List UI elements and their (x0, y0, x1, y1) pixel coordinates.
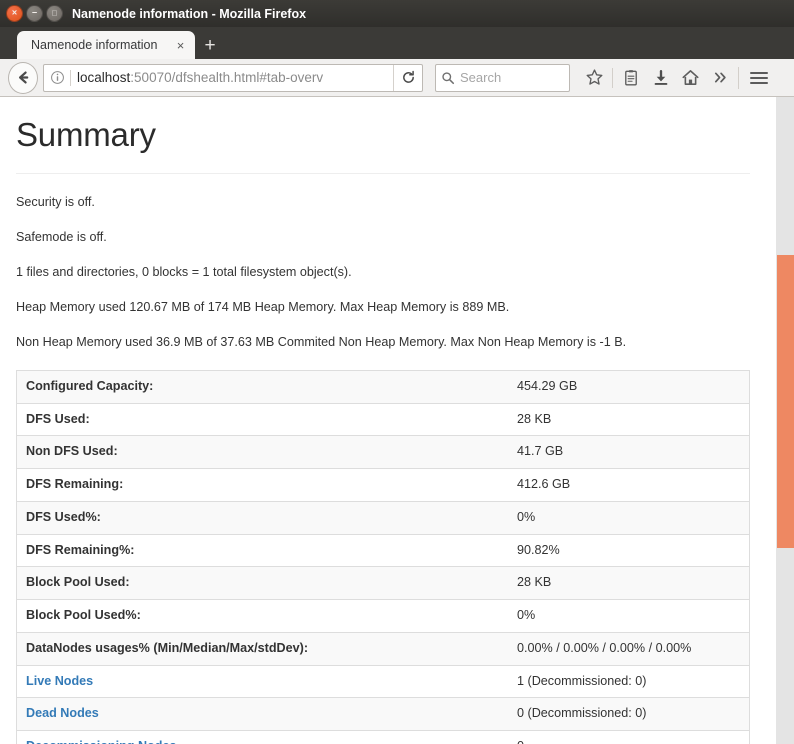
home-button[interactable] (676, 63, 705, 93)
table-cell-value: 0% (508, 500, 750, 535)
table-row: Non DFS Used: 41.7 GB (16, 435, 750, 469)
reload-icon (402, 70, 414, 83)
tab-namenode-information[interactable]: Namenode information × (17, 31, 195, 59)
tab-label: Namenode information (31, 38, 158, 52)
library-icon (624, 69, 637, 86)
download-arrow-icon (654, 69, 667, 85)
window-titlebar: × − □ Namenode information - Mozilla Fir… (0, 0, 794, 27)
table-cell-value: 454.29 GB (517, 379, 578, 393)
table-cell-value: 41.7 GB (508, 435, 750, 469)
close-icon: × (11, 7, 18, 18)
toolbar-separator (612, 67, 613, 88)
table-cell-value: 28 KB (508, 402, 750, 436)
page-title: Summary (16, 116, 156, 153)
menu-separator (738, 66, 739, 89)
table-row: Dead Nodes 0 (Decommissioned: 0) (16, 697, 750, 731)
browser-window: × − □ Namenode information - Mozilla Fir… (0, 0, 794, 744)
info-line: Safemode is off. (16, 230, 107, 244)
search-icon (436, 71, 460, 85)
info-line: 1 files and directories, 0 blocks = 1 to… (16, 265, 352, 279)
library-button[interactable] (616, 63, 645, 93)
table-cell-value: 1 (Decommissioned: 0) (508, 664, 750, 698)
table-row: Block Pool Used: 28 KB (16, 566, 750, 600)
new-tab-button[interactable]: + (195, 31, 225, 59)
table-cell-value: 412.6 GB (508, 468, 750, 502)
table-key-link[interactable]: Decommissioning Nodes (26, 739, 176, 744)
scrollbar-thumb[interactable] (776, 255, 794, 548)
table-row: Live Nodes 1 (Decommissioned: 0) (16, 664, 750, 698)
table-key-link[interactable]: Dead Nodes (26, 706, 99, 720)
downloads-button[interactable] (646, 63, 675, 93)
url-bar[interactable]: localhost:50070/dfshealth.html#tab-overv (43, 63, 423, 92)
summary-table: Configured Capacity: 454.29 GB DFS Used: 28… (16, 370, 750, 744)
bookmark-star-button[interactable] (580, 63, 609, 93)
chevron-double-right-icon (714, 72, 726, 83)
table-row: Configured Capacity: 454.29 GB (16, 370, 750, 404)
table-cell-key: Block Pool Used%: (16, 599, 508, 633)
table-cell-value: 90.82% (508, 533, 750, 567)
table-row: DFS Remaining%: 90.82% (16, 533, 750, 567)
table-cell-value: 0 (508, 730, 750, 744)
table-cell-key: DFS Used%: (16, 500, 508, 535)
window-maximize-button[interactable]: □ (46, 5, 63, 22)
table-cell-value: 0.00% / 0.00% / 0.00% / 0.00% (508, 631, 750, 666)
table-row: Block Pool Used%: 0% (16, 599, 750, 633)
table-cell-key: DataNodes usages% (Min/Median/Max/stdDev… (16, 631, 508, 666)
reload-button[interactable] (393, 64, 422, 91)
minimize-icon: − (31, 7, 38, 18)
table-cell-key: DFS Remaining: (16, 468, 508, 502)
table-cell-value: 28 KB (508, 566, 750, 600)
page-content: Summary Security is off. Safemode is off… (0, 116, 776, 744)
star-icon (586, 69, 603, 85)
url-host: localhost (77, 70, 131, 85)
navigation-toolbar: localhost:50070/dfshealth.html#tab-overv… (0, 59, 794, 97)
window-controls: × − □ (6, 5, 63, 22)
window-minimize-button[interactable]: − (26, 5, 43, 22)
info-lines: Security is off. Safemode is off. 1 file… (16, 194, 750, 351)
window-title: Namenode information - Mozilla Firefox (72, 6, 307, 21)
table-cell-key: Non DFS Used: (16, 435, 508, 469)
search-bar[interactable]: Search (435, 63, 570, 92)
vertical-scrollbar[interactable] (775, 97, 794, 744)
table-cell-key[interactable]: Dead Nodes (16, 697, 508, 731)
table-cell-key[interactable]: Decommissioning Nodes (16, 730, 508, 744)
summary-table-body: Configured Capacity: 454.29 GB DFS Used: 28… (16, 370, 750, 744)
back-arrow-icon (18, 71, 28, 84)
table-cell-key: DFS Used: (16, 402, 508, 436)
table-cell-key: Block Pool Used: (16, 566, 508, 600)
back-button-circle (8, 61, 38, 94)
table-cell-key: Configured Capacity: (26, 379, 154, 393)
info-line: Heap Memory used 120.67 MB of 174 MB Hea… (16, 300, 510, 314)
table-row: DFS Used%: 0% (16, 500, 750, 535)
table-row: Decommissioning Nodes 0 (16, 730, 750, 744)
title-divider (16, 173, 750, 174)
identity-icon[interactable] (44, 70, 70, 85)
table-cell-key: DFS Remaining%: (16, 533, 508, 567)
table-row: DataNodes usages% (Min/Median/Max/stdDev… (16, 631, 750, 666)
maximize-icon: □ (52, 8, 57, 17)
window-close-button[interactable]: × (6, 5, 23, 22)
table-key-link[interactable]: Live Nodes (26, 674, 93, 688)
search-input[interactable]: Search (460, 70, 501, 85)
info-line: Non Heap Memory used 36.9 MB of 37.63 MB… (16, 335, 627, 349)
hamburger-menu-icon (749, 71, 768, 84)
back-button[interactable] (8, 61, 38, 94)
home-icon (682, 70, 699, 85)
table-cell-value: 0 (Decommissioned: 0) (508, 697, 750, 731)
table-cell-key[interactable]: Live Nodes (16, 664, 508, 698)
page-viewport: Summary Security is off. Safemode is off… (0, 97, 776, 744)
tab-close-icon[interactable]: × (172, 37, 189, 54)
url-text: localhost:50070/dfshealth.html#tab-overv (71, 70, 393, 85)
content-area: Summary Security is off. Safemode is off… (0, 97, 794, 744)
toolbar-icon-group (580, 63, 773, 93)
table-row: DFS Used: 28 KB (16, 402, 750, 436)
hamburger-menu-button[interactable] (744, 63, 773, 93)
overflow-button[interactable] (706, 63, 735, 93)
tab-strip: Namenode information × + (0, 27, 794, 59)
table-row: DFS Remaining: 412.6 GB (16, 468, 750, 502)
url-path: :50070/dfshealth.html#tab-overv (130, 70, 324, 85)
table-cell-value: 0% (508, 599, 750, 633)
info-line: Security is off. (16, 195, 95, 209)
